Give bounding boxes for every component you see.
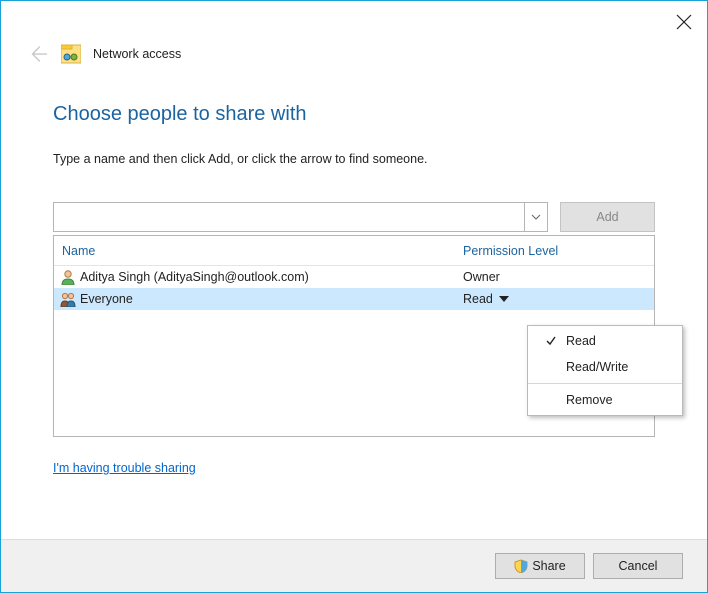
instruction-text: Type a name and then click Add, or click… [53, 152, 655, 166]
add-user-row: Add [53, 202, 655, 232]
column-header-permission[interactable]: Permission Level [459, 244, 654, 258]
check-icon [540, 335, 562, 347]
trouble-sharing-link[interactable]: I'm having trouble sharing [53, 461, 196, 475]
dialog-footer: Share Cancel [1, 539, 707, 592]
trouble-link-row: I'm having trouble sharing [53, 459, 655, 477]
share-button[interactable]: Share [495, 553, 585, 579]
row-name-cell: Everyone [54, 291, 459, 307]
permission-label: Read [463, 292, 493, 306]
column-header-name[interactable]: Name [54, 244, 459, 258]
menu-item-read[interactable]: Read [528, 328, 682, 354]
user-name-label: Aditya Singh (AdityaSingh@outlook.com) [80, 270, 309, 284]
table-row[interactable]: Aditya Singh (AdityaSingh@outlook.com) O… [54, 266, 654, 288]
table-header: Name Permission Level [54, 236, 654, 266]
chevron-down-icon [531, 214, 541, 220]
user-icon [60, 269, 76, 285]
row-name-cell: Aditya Singh (AdityaSingh@outlook.com) [54, 269, 459, 285]
name-input[interactable] [54, 203, 524, 231]
permission-dropdown[interactable]: Read [459, 292, 654, 306]
shield-icon [514, 559, 528, 573]
close-button[interactable] [675, 13, 693, 31]
caret-down-icon [499, 296, 509, 302]
permission-menu: Read Read/Write Remove [527, 325, 683, 416]
page-heading: Choose people to share with [53, 103, 655, 126]
menu-item-label: Read/Write [562, 360, 628, 374]
cancel-button[interactable]: Cancel [593, 553, 683, 579]
permission-label: Owner [463, 270, 500, 284]
folder-share-icon [61, 43, 81, 65]
name-combobox[interactable] [53, 202, 548, 232]
cancel-button-label: Cancel [619, 559, 658, 573]
group-icon [60, 291, 76, 307]
menu-item-remove[interactable]: Remove [528, 387, 682, 413]
table-row[interactable]: Everyone Read [54, 288, 654, 310]
menu-separator [528, 383, 682, 384]
combobox-dropdown-button[interactable] [524, 203, 547, 231]
user-name-label: Everyone [80, 292, 133, 306]
add-button[interactable]: Add [560, 202, 655, 232]
back-arrow-icon[interactable] [27, 43, 49, 65]
menu-item-readwrite[interactable]: Read/Write [528, 354, 682, 380]
close-icon [675, 13, 693, 31]
row-permission-cell: Owner [459, 270, 654, 284]
dialog-title: Network access [93, 47, 181, 61]
menu-item-label: Remove [562, 393, 613, 407]
dialog-window: Network access Choose people to share wi… [0, 0, 708, 593]
dialog-header: Network access [1, 1, 707, 65]
share-button-label: Share [532, 559, 565, 573]
menu-item-label: Read [562, 334, 596, 348]
